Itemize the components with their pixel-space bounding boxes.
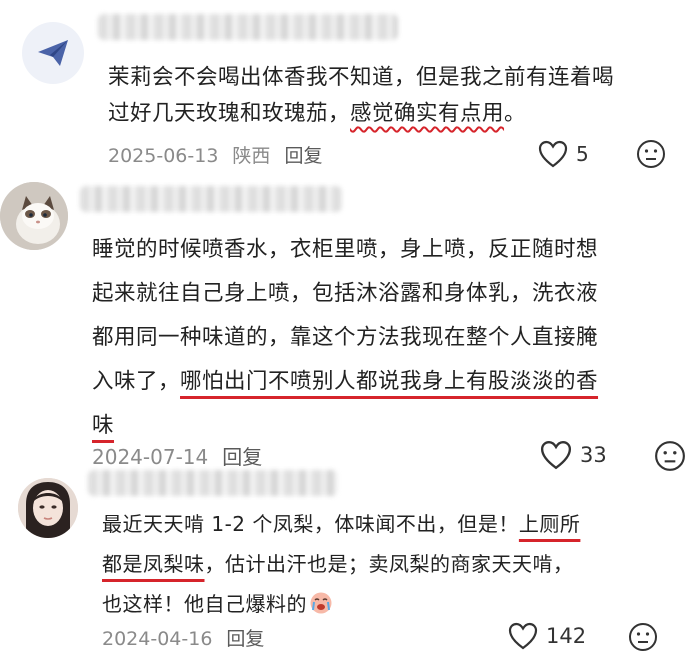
highlight-text: 味 — [92, 413, 115, 438]
comment-line: 茉莉会不会喝出体香我不知道，但是我之前有连着喝 — [108, 65, 615, 90]
comment-text: 最近天天啃 1-2 个凤梨，体味闻不出，但是！上厕所 都是凤梨味，估计出汗也是；… — [102, 504, 580, 624]
comment-line: 睡觉的时候喷香水，衣柜里喷，身上喷，反正随时想 — [92, 237, 599, 262]
neutral-face-icon — [637, 140, 665, 168]
comment-line: 入味了，哪怕出门不喷别人都说我身上有股淡淡的香 — [92, 369, 599, 394]
highlight-text: 凤梨味 — [143, 552, 205, 576]
comment-line: 最近天天啃 1-2 个凤梨，体味闻不出，但是！上厕所 — [102, 512, 581, 536]
comment-line: 都是凤梨味，估计出汗也是；卖凤梨的商家天天啃， — [102, 552, 574, 576]
username-blurred[interactable] — [80, 186, 342, 212]
comment-line: 也这样！他自己爆料的 — [102, 584, 580, 624]
highlight-text: 上厕所 — [518, 512, 581, 536]
comment-text: 茉莉会不会喝出体香我不知道，但是我之前有连着喝 过好几天玫瑰和玫瑰茄，感觉确实有… — [108, 60, 614, 132]
cat-photo — [0, 182, 68, 250]
dislike-button[interactable] — [654, 440, 686, 472]
reply-button[interactable]: 回复 — [226, 628, 264, 650]
crying-face-emoji — [310, 592, 332, 614]
highlight-text: 都是 — [102, 552, 143, 576]
comment-date: 2025-06-13 — [108, 145, 219, 167]
reply-button[interactable]: 回复 — [222, 445, 262, 469]
like-count: 5 — [576, 142, 589, 166]
reply-button[interactable]: 回复 — [284, 145, 322, 167]
avatar[interactable] — [18, 478, 78, 538]
comment-location: 陕西 — [232, 145, 271, 167]
avatar[interactable] — [22, 22, 84, 84]
like-button[interactable]: 5 — [538, 140, 589, 168]
heart-icon — [540, 441, 572, 470]
comment-meta: 2025-06-13 陕西 回复 — [108, 141, 336, 168]
like-button[interactable]: 33 — [540, 440, 607, 470]
like-count: 142 — [546, 624, 587, 648]
username-blurred[interactable] — [98, 14, 398, 40]
dislike-button[interactable] — [636, 139, 666, 169]
heart-icon — [538, 140, 568, 168]
comment-text: 睡觉的时候喷香水，衣柜里喷，身上喷，反正随时想 起来就往自己身上喷，包括沐浴露和… — [92, 228, 598, 448]
highlight-text: 哪怕出门不喷别人都说我身上有股淡淡的香 — [180, 369, 599, 394]
paper-plane-icon — [38, 40, 68, 66]
avatar[interactable] — [0, 182, 68, 250]
neutral-face-icon — [629, 623, 657, 651]
comment-line: 过好几天玫瑰和玫瑰茄，感觉确实有点用。 — [108, 101, 527, 126]
neutral-face-icon — [655, 441, 685, 471]
comment-line: 起来就往自己身上喷，包括沐浴露和身体乳，洗衣液 — [92, 281, 599, 306]
heart-icon — [508, 622, 538, 650]
dislike-button[interactable] — [628, 622, 658, 652]
comment-line: 都用同一种味道的，靠这个方法我现在整个人直接腌 — [92, 325, 599, 350]
username-blurred[interactable] — [88, 470, 338, 496]
like-count: 33 — [580, 443, 607, 467]
comment-meta: 2024-04-16 回复 — [102, 624, 278, 651]
comment-date: 2024-07-14 — [92, 445, 209, 469]
like-button[interactable]: 142 — [508, 622, 586, 650]
highlight-text: 感觉确实有点用 — [350, 101, 505, 126]
woman-photo — [18, 478, 78, 538]
comment-date: 2024-04-16 — [102, 628, 213, 650]
comment-meta: 2024-07-14 回复 — [92, 441, 276, 470]
